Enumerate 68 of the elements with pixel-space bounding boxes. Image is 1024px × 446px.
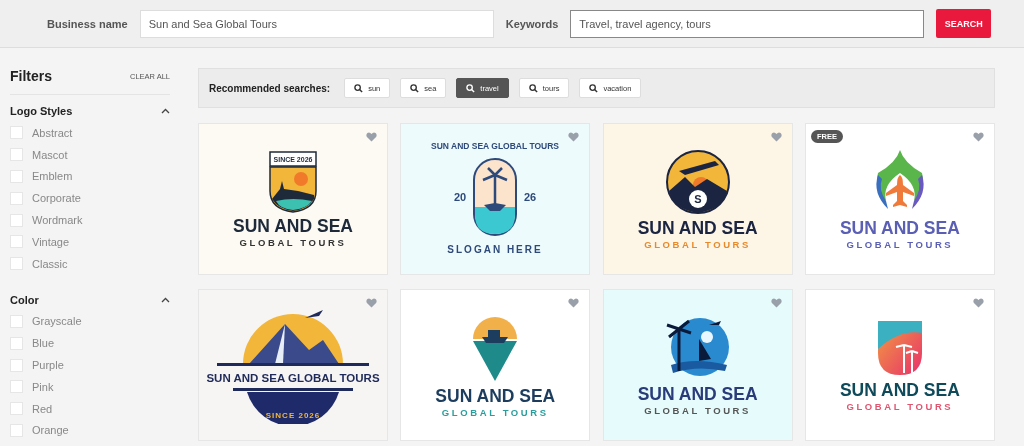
keywords-field[interactable]: Travel, travel agency, tours [570, 9, 925, 38]
logo-subtitle: GLOBAL TOURS [644, 238, 751, 250]
logo-card[interactable]: SUN AND SEA GLOBAL TOURS 20 26 SLOGAN HERE [400, 123, 591, 275]
logo-title: SUN AND SEA [637, 384, 758, 404]
checkbox[interactable] [10, 402, 23, 416]
logo-card[interactable]: SUN AND SEA GLOBAL TOURS [804, 289, 995, 441]
heart-icon[interactable] [366, 132, 377, 142]
search-icon [354, 83, 364, 93]
logo-text: SLOGAN HERE [447, 244, 543, 255]
logo-text: SUN AND SEA GLOBAL TOURS [206, 372, 380, 384]
logo-text: 20 [454, 191, 467, 203]
logo-subtitle: GLOBAL TOURS [846, 238, 954, 250]
search-icon [528, 83, 538, 93]
checkbox[interactable] [10, 170, 23, 183]
plane-drop-drawing [876, 149, 924, 209]
logo-title: SUN AND SEA [839, 218, 960, 238]
checkbox[interactable] [10, 213, 23, 227]
logo-title: SUN AND SEA [839, 380, 960, 400]
logo-text: SINCE 2026 [265, 411, 321, 420]
caret-icon[interactable] [161, 108, 170, 114]
cruise-pin-drawing [473, 316, 518, 381]
heart-icon[interactable] [972, 298, 984, 308]
logo-subtitle: GLOBAL TOURS [846, 400, 954, 412]
heart-icon[interactable] [770, 132, 782, 142]
checkbox[interactable] [10, 314, 23, 328]
caret-icon[interactable] [161, 296, 170, 303]
business-name-field[interactable]: Sun and Sea Global Tours [139, 9, 494, 38]
circle-emblem-drawing [665, 149, 730, 214]
checkbox[interactable] [10, 126, 23, 140]
logo-title: SUN AND SEA [233, 216, 353, 236]
checkbox[interactable] [10, 358, 23, 372]
filters-title: Filters [10, 68, 52, 84]
heart-icon[interactable] [366, 298, 377, 308]
palm-sailboat-drawing [665, 317, 729, 376]
logo-text: SUN AND SEA GLOBAL TOURS [431, 141, 560, 151]
logo-subtitle: GLOBAL TOURS [644, 404, 751, 416]
logo-card[interactable]: SUN AND SEA GLOBAL TOURS SINCE 2026 [198, 289, 388, 441]
business-name-label: Business name [47, 17, 128, 30]
search-icon [466, 83, 476, 93]
palm-crest-drawing [877, 320, 922, 375]
shield-emblem-drawing [269, 150, 317, 213]
logo-card[interactable]: SUN AND SEA GLOBAL TOURS [602, 289, 793, 441]
checkbox[interactable] [10, 235, 23, 249]
search-icon [410, 83, 420, 93]
checkbox[interactable] [10, 148, 23, 162]
logo-subtitle: GLOBAL TOURS [441, 406, 549, 418]
heart-icon[interactable] [972, 132, 984, 142]
filter-section-title: Logo Styles [10, 105, 73, 117]
logo-title: SUN AND SEA [637, 218, 758, 238]
heart-icon[interactable] [770, 298, 782, 308]
checkbox[interactable] [10, 380, 23, 394]
checkbox[interactable] [10, 191, 23, 205]
heart-icon[interactable] [568, 132, 580, 142]
filter-section-title: Color [10, 293, 39, 306]
logo-subtitle: GLOBAL TOURS [239, 236, 347, 248]
search-button[interactable]: SEARCH [936, 9, 992, 38]
checkbox[interactable] [10, 336, 23, 350]
checkbox[interactable] [10, 423, 23, 437]
logo-text: 26 [524, 191, 537, 203]
heart-icon[interactable] [568, 298, 580, 308]
logo-card[interactable]: S SUN AND SEA GLOBAL TOURS [602, 123, 793, 275]
logo-title: SUN AND SEA [435, 386, 556, 406]
recommended-searches-label: Recommended searches: [209, 82, 331, 94]
logo-text: S [693, 192, 702, 205]
checkbox[interactable] [10, 257, 23, 271]
keywords-label: Keywords [505, 17, 559, 30]
logo-card[interactable]: SUN AND SEA GLOBAL TOURS [400, 289, 591, 441]
search-icon [589, 83, 599, 93]
